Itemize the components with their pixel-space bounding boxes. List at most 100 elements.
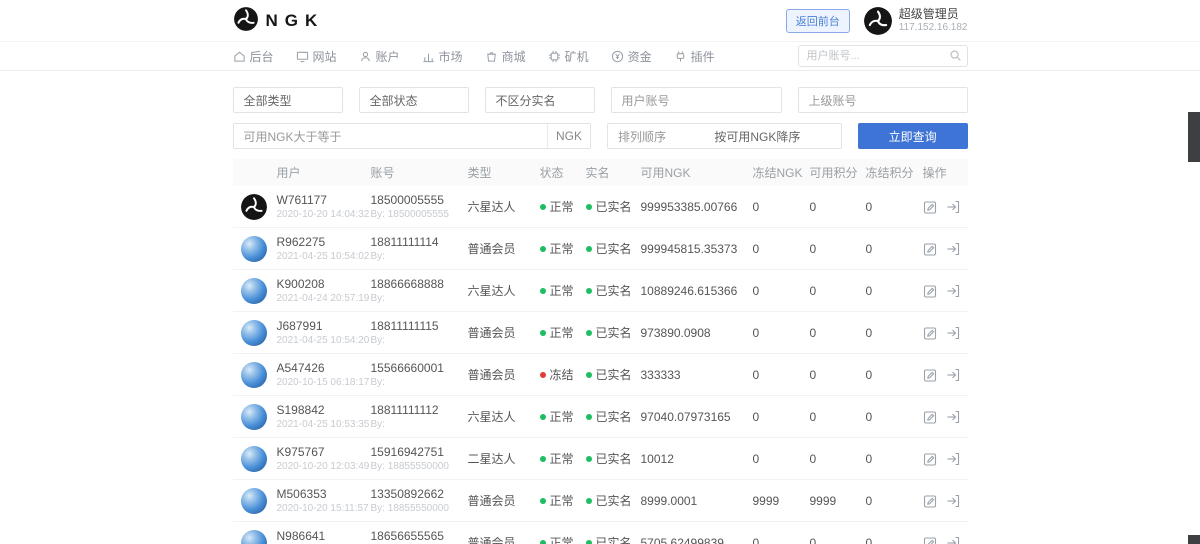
available-ngk: 10889246.615366 bbox=[641, 284, 753, 298]
frozen-ngk: 0 bbox=[753, 368, 810, 382]
shopping-bag-icon bbox=[485, 50, 498, 63]
edit-icon[interactable] bbox=[923, 326, 937, 340]
available-points: 0 bbox=[810, 242, 866, 256]
member-type: 普通会员 bbox=[468, 492, 540, 509]
table-row: R962275 2021-04-25 10:54:02 18811111114 … bbox=[233, 228, 968, 270]
logo-text: NGK bbox=[266, 11, 325, 31]
status-text: 正常 bbox=[550, 450, 574, 467]
account-filter: 用户账号 bbox=[611, 87, 782, 113]
login-as-icon[interactable] bbox=[946, 494, 960, 508]
available-ngk: 999953385.00766 bbox=[641, 200, 753, 214]
nav-item-accounts[interactable]: 账户 bbox=[359, 48, 400, 65]
frozen-points: 0 bbox=[866, 452, 923, 466]
status-dot bbox=[540, 540, 546, 544]
user-id: A547426 bbox=[277, 360, 370, 376]
member-type: 普通会员 bbox=[468, 534, 540, 544]
user-id: M506353 bbox=[277, 486, 369, 502]
login-as-icon[interactable] bbox=[946, 368, 960, 382]
nav-search bbox=[798, 45, 968, 67]
coin-icon bbox=[611, 50, 624, 63]
status-dot bbox=[540, 288, 546, 294]
login-as-icon[interactable] bbox=[946, 452, 960, 466]
back-to-front-button[interactable]: 返回前台 bbox=[786, 9, 850, 33]
nav-label: 市场 bbox=[439, 48, 463, 65]
search-icon[interactable] bbox=[949, 49, 962, 65]
nav-label: 网站 bbox=[313, 48, 337, 65]
realname-dot bbox=[586, 540, 592, 544]
login-as-icon[interactable] bbox=[946, 200, 960, 214]
frozen-ngk: 0 bbox=[753, 452, 810, 466]
register-time: 2020-10-20 12:03:49 bbox=[277, 460, 370, 474]
nav-item-miner[interactable]: 矿机 bbox=[548, 48, 589, 65]
user-avatar bbox=[241, 404, 267, 430]
nav-item-website[interactable]: 网站 bbox=[296, 48, 337, 65]
login-as-icon[interactable] bbox=[946, 242, 960, 256]
nav-label: 账户 bbox=[376, 48, 400, 65]
realname-text: 已实名 bbox=[596, 450, 632, 467]
scrollbar-thumb[interactable] bbox=[1188, 112, 1200, 162]
chip-icon bbox=[548, 50, 561, 63]
register-time: 2021-04-25 10:53:35 bbox=[277, 418, 370, 432]
admin-info[interactable]: 超级管理员 117.152.16.182 bbox=[864, 7, 968, 35]
login-as-icon[interactable] bbox=[946, 284, 960, 298]
nav-item-plugins[interactable]: 插件 bbox=[674, 48, 715, 65]
nav-item-mall[interactable]: 商城 bbox=[485, 48, 526, 65]
realname-text: 已实名 bbox=[596, 198, 632, 215]
nav-label: 插件 bbox=[691, 48, 715, 65]
order-select[interactable]: 按可用NGK降序 bbox=[674, 128, 841, 145]
login-as-icon[interactable] bbox=[946, 536, 960, 544]
login-as-icon[interactable] bbox=[946, 326, 960, 340]
edit-icon[interactable] bbox=[923, 200, 937, 214]
frozen-ngk: 0 bbox=[753, 242, 810, 256]
table-row: K975767 2020-10-20 12:03:49 15916942751 … bbox=[233, 438, 968, 480]
nav-label: 商城 bbox=[502, 48, 526, 65]
edit-icon[interactable] bbox=[923, 452, 937, 466]
edit-icon[interactable] bbox=[923, 410, 937, 424]
ngk-amount-input[interactable] bbox=[350, 124, 547, 148]
edit-icon[interactable] bbox=[923, 368, 937, 382]
user-id: J687991 bbox=[277, 318, 370, 334]
nav-item-backend[interactable]: 后台 bbox=[233, 48, 274, 65]
available-ngk: 999945815.35373 bbox=[641, 242, 753, 256]
account-number: 15566660001 bbox=[371, 360, 468, 376]
edit-icon[interactable] bbox=[923, 494, 937, 508]
edit-icon[interactable] bbox=[923, 284, 937, 298]
status-text: 正常 bbox=[550, 492, 574, 509]
filter-panel: 全部类型 全部状态 不区分实名 用户账号 上级账号 可用NGK大于等于 NGK … bbox=[233, 87, 968, 149]
nav-item-market[interactable]: 市场 bbox=[422, 48, 463, 65]
user-avatar bbox=[241, 362, 267, 388]
account-input[interactable] bbox=[678, 88, 781, 112]
frozen-ngk: 0 bbox=[753, 284, 810, 298]
account-number: 18811111115 bbox=[371, 318, 468, 334]
frozen-ngk: 0 bbox=[753, 200, 810, 214]
referrer: By: bbox=[371, 418, 468, 432]
edit-icon[interactable] bbox=[923, 242, 937, 256]
frozen-ngk: 0 bbox=[753, 326, 810, 340]
status-dot bbox=[540, 246, 546, 252]
status-text: 正常 bbox=[550, 534, 574, 544]
type-select[interactable]: 全部类型 bbox=[233, 87, 343, 113]
user-id: S198842 bbox=[277, 402, 370, 418]
member-type: 六星达人 bbox=[468, 282, 540, 299]
available-points: 0 bbox=[810, 200, 866, 214]
referrer: By: bbox=[371, 376, 468, 390]
user-avatar bbox=[241, 530, 267, 544]
realname-dot bbox=[586, 456, 592, 462]
status-dot bbox=[540, 204, 546, 210]
edit-icon[interactable] bbox=[923, 536, 937, 544]
parent-account-input[interactable] bbox=[865, 88, 967, 112]
user-id: N986641 bbox=[277, 528, 370, 544]
table-body: W761177 2020-10-20 14:04:32 18500005555 … bbox=[233, 186, 968, 544]
login-as-icon[interactable] bbox=[946, 410, 960, 424]
realname-select[interactable]: 不区分实名 bbox=[485, 87, 595, 113]
search-input[interactable] bbox=[798, 45, 968, 67]
scrollbar-corner bbox=[1188, 535, 1200, 544]
frozen-points: 0 bbox=[866, 242, 923, 256]
query-button[interactable]: 立即查询 bbox=[858, 123, 968, 149]
account-number: 18866668888 bbox=[371, 276, 468, 292]
status-dot bbox=[540, 498, 546, 504]
nav-item-funds[interactable]: 资金 bbox=[611, 48, 652, 65]
account-number: 18656655565 bbox=[371, 528, 468, 544]
order-label: 排列顺序 bbox=[608, 128, 674, 145]
status-select[interactable]: 全部状态 bbox=[359, 87, 469, 113]
